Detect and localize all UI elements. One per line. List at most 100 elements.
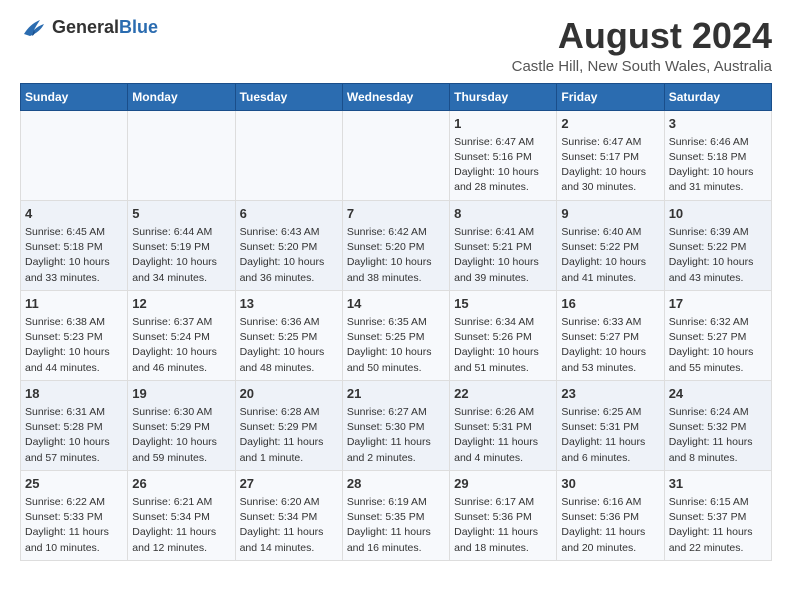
- day-info: Sunrise: 6:25 AM Sunset: 5:31 PM Dayligh…: [561, 405, 659, 466]
- day-info: Sunrise: 6:42 AM Sunset: 5:20 PM Dayligh…: [347, 225, 445, 286]
- day-info: Sunrise: 6:40 AM Sunset: 5:22 PM Dayligh…: [561, 225, 659, 286]
- header: GeneralBlue August 2024 Castle Hill, New…: [20, 16, 772, 75]
- calendar-cell: [342, 110, 449, 200]
- day-info: Sunrise: 6:27 AM Sunset: 5:30 PM Dayligh…: [347, 405, 445, 466]
- calendar-cell: 6 Sunrise: 6:43 AM Sunset: 5:20 PM Daylig…: [235, 200, 342, 290]
- calendar-cell: 26Sunrise: 6:21 AM Sunset: 5:34 PM Dayli…: [128, 470, 235, 560]
- calendar-cell: [235, 110, 342, 200]
- calendar-cell: 4 Sunrise: 6:45 AM Sunset: 5:18 PM Daylig…: [21, 200, 128, 290]
- day-number: 26: [132, 475, 230, 493]
- calendar-table: SundayMondayTuesdayWednesdayThursdayFrid…: [20, 83, 772, 561]
- day-number: 18: [25, 385, 123, 403]
- calendar-cell: 25 Sunrise: 6:22 AM Sunset: 5:33 PM Dayli…: [21, 470, 128, 560]
- calendar-cell: 28 Sunrise: 6:19 AM Sunset: 5:35 PM Dayli…: [342, 470, 449, 560]
- calendar-cell: 21 Sunrise: 6:27 AM Sunset: 5:30 PM Dayli…: [342, 380, 449, 470]
- day-number: 11: [25, 295, 123, 313]
- day-info: Sunrise: 6:39 AM Sunset: 5:22 PM Dayligh…: [669, 225, 767, 286]
- day-number: 27: [240, 475, 338, 493]
- calendar-cell: 31Sunrise: 6:15 AM Sunset: 5:37 PM Dayli…: [664, 470, 771, 560]
- col-header-thursday: Thursday: [450, 83, 557, 110]
- day-info: Sunrise: 6:41 AM Sunset: 5:21 PM Dayligh…: [454, 225, 552, 286]
- calendar-cell: 8 Sunrise: 6:41 AM Sunset: 5:21 PM Daylig…: [450, 200, 557, 290]
- day-number: 25: [25, 475, 123, 493]
- day-info: Sunrise: 6:20 AM Sunset: 5:34 PM Dayligh…: [240, 495, 338, 556]
- calendar-cell: 27 Sunrise: 6:20 AM Sunset: 5:34 PM Dayli…: [235, 470, 342, 560]
- day-info: Sunrise: 6:30 AM Sunset: 5:29 PM Dayligh…: [132, 405, 230, 466]
- day-info: Sunrise: 6:32 AM Sunset: 5:27 PM Dayligh…: [669, 315, 767, 376]
- day-info: Sunrise: 6:45 AM Sunset: 5:18 PM Dayligh…: [25, 225, 123, 286]
- day-number: 23: [561, 385, 659, 403]
- day-number: 7: [347, 205, 445, 223]
- logo-general-text: General: [52, 17, 119, 37]
- day-info: Sunrise: 6:37 AM Sunset: 5:24 PM Dayligh…: [132, 315, 230, 376]
- day-info: Sunrise: 6:16 AM Sunset: 5:36 PM Dayligh…: [561, 495, 659, 556]
- day-number: 28: [347, 475, 445, 493]
- day-info: Sunrise: 6:24 AM Sunset: 5:32 PM Dayligh…: [669, 405, 767, 466]
- day-info: Sunrise: 6:22 AM Sunset: 5:33 PM Dayligh…: [25, 495, 123, 556]
- calendar-cell: 11 Sunrise: 6:38 AM Sunset: 5:23 PM Dayli…: [21, 290, 128, 380]
- calendar-cell: 17 Sunrise: 6:32 AM Sunset: 5:27 PM Dayli…: [664, 290, 771, 380]
- calendar-cell: 30 Sunrise: 6:16 AM Sunset: 5:36 PM Dayli…: [557, 470, 664, 560]
- day-info: Sunrise: 6:26 AM Sunset: 5:31 PM Dayligh…: [454, 405, 552, 466]
- col-header-saturday: Saturday: [664, 83, 771, 110]
- day-number: 17: [669, 295, 767, 313]
- day-number: 19: [132, 385, 230, 403]
- day-number: 3: [669, 115, 767, 133]
- calendar-cell: 19 Sunrise: 6:30 AM Sunset: 5:29 PM Dayli…: [128, 380, 235, 470]
- day-number: 9: [561, 205, 659, 223]
- logo-icon: [20, 16, 48, 38]
- calendar-cell: 15Sunrise: 6:34 AM Sunset: 5:26 PM Dayli…: [450, 290, 557, 380]
- calendar-cell: 2Sunrise: 6:47 AM Sunset: 5:17 PM Daylig…: [557, 110, 664, 200]
- day-info: Sunrise: 6:33 AM Sunset: 5:27 PM Dayligh…: [561, 315, 659, 376]
- calendar-cell: 13 Sunrise: 6:36 AM Sunset: 5:25 PM Dayli…: [235, 290, 342, 380]
- calendar-week-row: 25 Sunrise: 6:22 AM Sunset: 5:33 PM Dayli…: [21, 470, 772, 560]
- day-number: 4: [25, 205, 123, 223]
- col-header-wednesday: Wednesday: [342, 83, 449, 110]
- day-number: 16: [561, 295, 659, 313]
- day-number: 24: [669, 385, 767, 403]
- day-number: 6: [240, 205, 338, 223]
- calendar-cell: 24 Sunrise: 6:24 AM Sunset: 5:32 PM Dayli…: [664, 380, 771, 470]
- calendar-cell: 23 Sunrise: 6:25 AM Sunset: 5:31 PM Dayli…: [557, 380, 664, 470]
- day-info: Sunrise: 6:38 AM Sunset: 5:23 PM Dayligh…: [25, 315, 123, 376]
- day-info: Sunrise: 6:17 AM Sunset: 5:36 PM Dayligh…: [454, 495, 552, 556]
- day-number: 14: [347, 295, 445, 313]
- day-info: Sunrise: 6:47 AM Sunset: 5:16 PM Dayligh…: [454, 135, 552, 196]
- day-info: Sunrise: 6:31 AM Sunset: 5:28 PM Dayligh…: [25, 405, 123, 466]
- title-block: August 2024 Castle Hill, New South Wales…: [512, 16, 772, 75]
- day-number: 29: [454, 475, 552, 493]
- calendar-cell: 12Sunrise: 6:37 AM Sunset: 5:24 PM Dayli…: [128, 290, 235, 380]
- day-number: 21: [347, 385, 445, 403]
- day-info: Sunrise: 6:44 AM Sunset: 5:19 PM Dayligh…: [132, 225, 230, 286]
- calendar-cell: 10 Sunrise: 6:39 AM Sunset: 5:22 PM Dayli…: [664, 200, 771, 290]
- calendar-week-row: 18 Sunrise: 6:31 AM Sunset: 5:28 PM Dayli…: [21, 380, 772, 470]
- page-title: August 2024: [512, 16, 772, 56]
- calendar-week-row: 11 Sunrise: 6:38 AM Sunset: 5:23 PM Dayli…: [21, 290, 772, 380]
- calendar-header-row: SundayMondayTuesdayWednesdayThursdayFrid…: [21, 83, 772, 110]
- day-number: 31: [669, 475, 767, 493]
- day-number: 20: [240, 385, 338, 403]
- day-number: 10: [669, 205, 767, 223]
- logo-blue-text: Blue: [119, 17, 158, 37]
- calendar-cell: [128, 110, 235, 200]
- day-info: Sunrise: 6:28 AM Sunset: 5:29 PM Dayligh…: [240, 405, 338, 466]
- day-number: 15: [454, 295, 552, 313]
- calendar-cell: 1Sunrise: 6:47 AM Sunset: 5:16 PM Daylig…: [450, 110, 557, 200]
- logo: GeneralBlue: [20, 16, 158, 38]
- page-subtitle: Castle Hill, New South Wales, Australia: [512, 58, 772, 75]
- day-info: Sunrise: 6:36 AM Sunset: 5:25 PM Dayligh…: [240, 315, 338, 376]
- day-info: Sunrise: 6:35 AM Sunset: 5:25 PM Dayligh…: [347, 315, 445, 376]
- calendar-week-row: 1Sunrise: 6:47 AM Sunset: 5:16 PM Daylig…: [21, 110, 772, 200]
- calendar-cell: [21, 110, 128, 200]
- day-number: 5: [132, 205, 230, 223]
- day-number: 8: [454, 205, 552, 223]
- col-header-friday: Friday: [557, 83, 664, 110]
- calendar-cell: 14 Sunrise: 6:35 AM Sunset: 5:25 PM Dayli…: [342, 290, 449, 380]
- calendar-cell: 9 Sunrise: 6:40 AM Sunset: 5:22 PM Daylig…: [557, 200, 664, 290]
- day-number: 13: [240, 295, 338, 313]
- day-info: Sunrise: 6:19 AM Sunset: 5:35 PM Dayligh…: [347, 495, 445, 556]
- day-number: 2: [561, 115, 659, 133]
- calendar-cell: 22Sunrise: 6:26 AM Sunset: 5:31 PM Dayli…: [450, 380, 557, 470]
- day-info: Sunrise: 6:43 AM Sunset: 5:20 PM Dayligh…: [240, 225, 338, 286]
- day-number: 30: [561, 475, 659, 493]
